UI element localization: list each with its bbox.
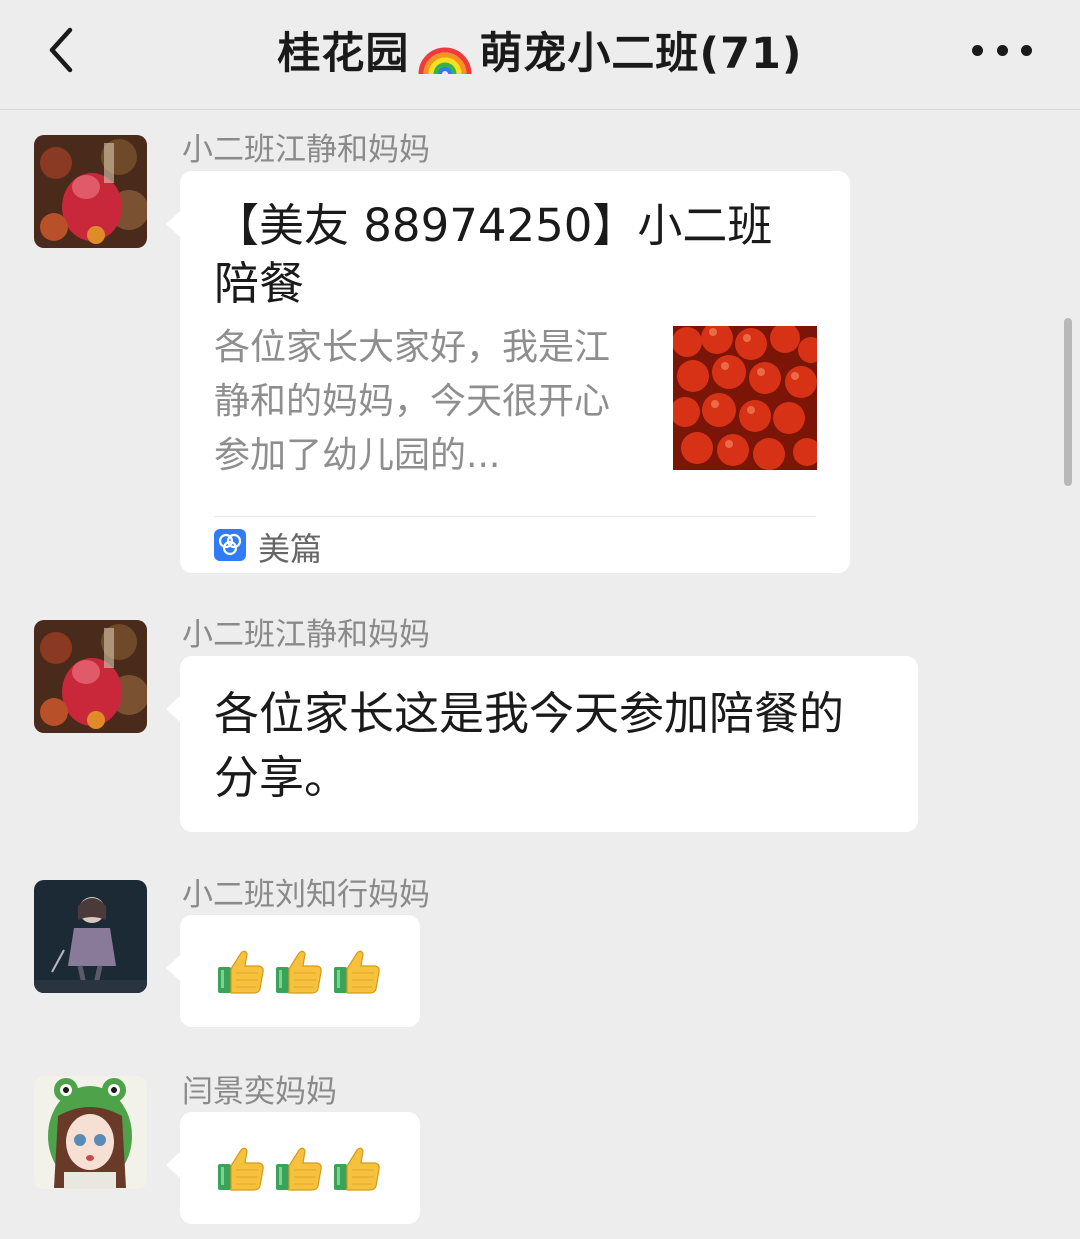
avatar[interactable] <box>34 1076 147 1189</box>
thumbs-up-emoji <box>332 947 382 997</box>
chat-header: 桂花园 萌宠小二班(71) <box>0 0 1080 110</box>
card-description: 各位家长大家好，我是江静和的妈妈，今天很开心参加了幼儿园的... <box>214 327 611 476</box>
avatar[interactable] <box>34 620 147 733</box>
rainbow-emoji <box>418 47 472 75</box>
sender-name: 闫景奕妈妈 <box>182 1074 337 1110</box>
sender-name: 小二班江静和妈妈 <box>182 617 430 653</box>
thumbs-up-emoji <box>274 1144 324 1194</box>
chat-title-prefix: 桂花园 <box>277 29 410 79</box>
card-title: 【美友 88974250】小二班陪餐 <box>214 199 773 310</box>
scrollbar[interactable] <box>1064 318 1072 486</box>
thumbs-up-emoji <box>216 1144 266 1194</box>
more-dot <box>996 44 1008 56</box>
thumbs-up-emoji <box>332 1144 382 1194</box>
chat-title-suffix: 萌宠小二班(71) <box>479 29 803 79</box>
chevron-left-icon <box>49 27 73 73</box>
thumbs-up-emoji <box>274 947 324 997</box>
more-dot <box>972 44 983 56</box>
emoji-row <box>216 947 382 997</box>
thumbs-up-emoji <box>216 947 266 997</box>
text-bubble[interactable]: 各位家长这是我今天参加陪餐的分享。 <box>166 656 918 832</box>
meipian-logo-icon <box>214 529 246 561</box>
sender-name: 小二班江静和妈妈 <box>182 132 430 168</box>
sender-name: 小二班刘知行妈妈 <box>182 877 430 913</box>
card-divider <box>214 516 816 517</box>
emoji-bubble[interactable] <box>166 915 420 1027</box>
message-text: 各位家长这是我今天参加陪餐的分享。 <box>214 687 845 804</box>
card-source-label: 美篇 <box>258 530 323 568</box>
chat-title: 桂花园 萌宠小二班(71) <box>160 20 920 80</box>
link-card[interactable]: 【美友 88974250】小二班陪餐 各位家长大家好，我是江静和的妈妈，今天很开… <box>166 171 850 573</box>
avatar[interactable] <box>34 135 147 248</box>
emoji-bubble[interactable] <box>166 1112 420 1224</box>
more-dot <box>1021 44 1032 56</box>
emoji-row <box>216 1144 382 1194</box>
card-thumbnail-image <box>673 326 817 470</box>
more-options-button[interactable] <box>972 36 1032 64</box>
avatar[interactable] <box>34 880 147 993</box>
back-button[interactable] <box>38 22 88 78</box>
